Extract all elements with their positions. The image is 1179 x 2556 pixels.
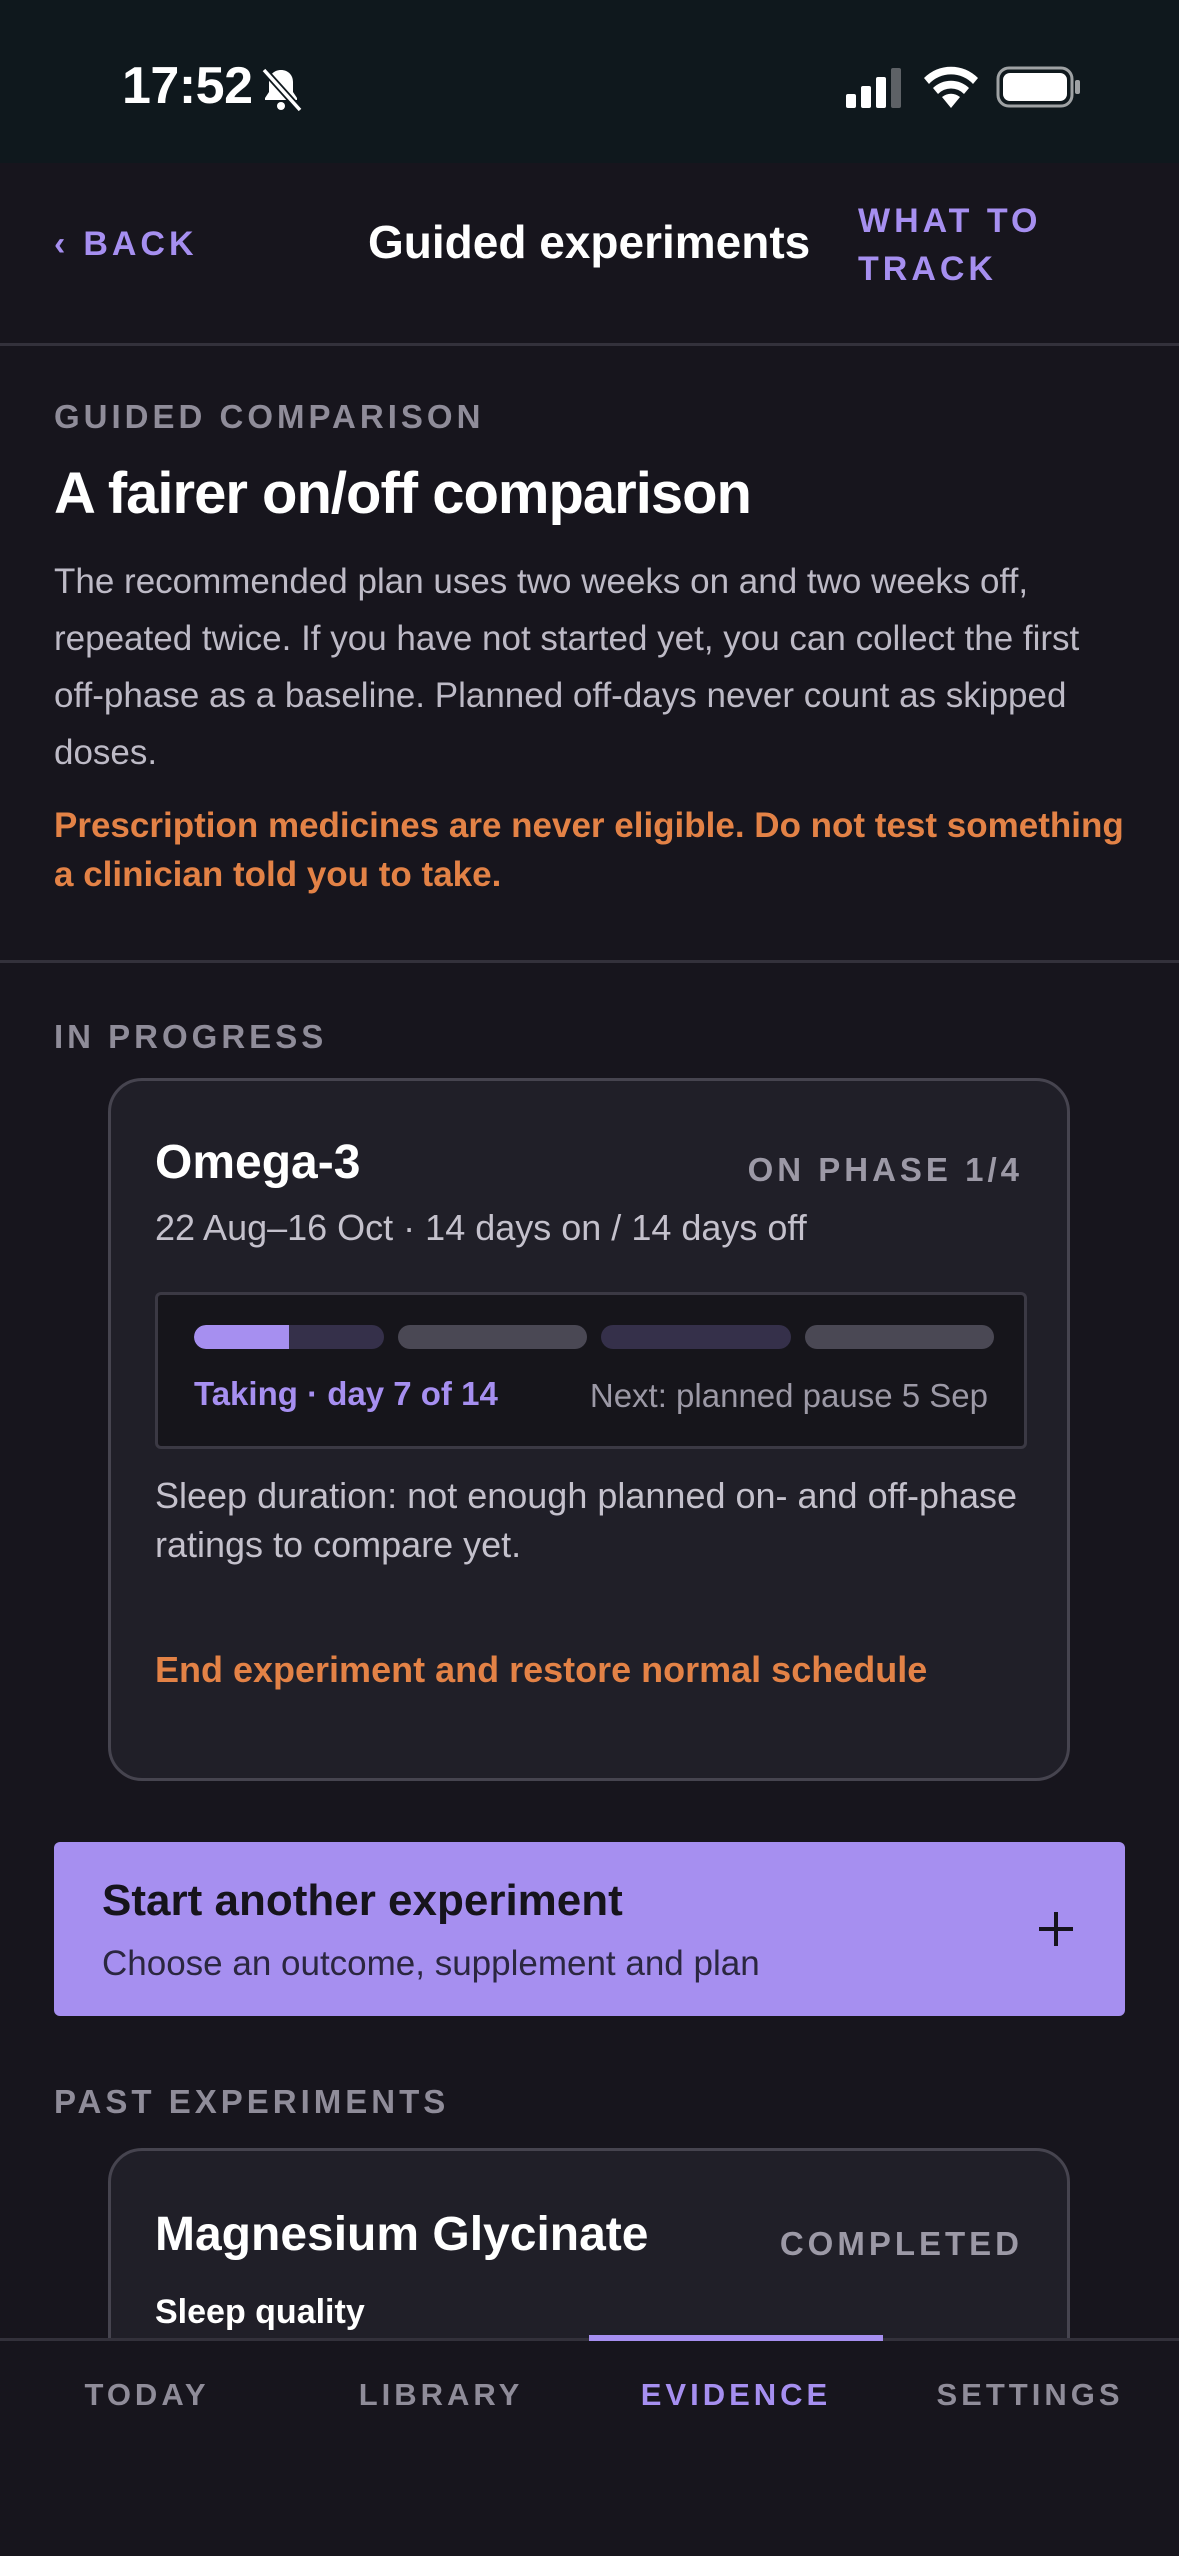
phase-badge: ON PHASE 1/4 bbox=[747, 1151, 1023, 1188]
experiment-card: Omega-3 ON PHASE 1/4 22 Aug–16 Oct · 14 … bbox=[108, 1078, 1070, 1781]
phase-segments bbox=[194, 1325, 994, 1349]
wifi-icon bbox=[924, 66, 978, 108]
signal-icon bbox=[846, 68, 901, 108]
divider bbox=[0, 960, 1179, 963]
tab-settings[interactable]: SETTINGS bbox=[883, 2341, 1177, 2441]
past-experiment-outcome: Sleep quality bbox=[155, 2293, 365, 2331]
status-time: 17:52 bbox=[122, 57, 253, 115]
phase-segment-2 bbox=[397, 1325, 587, 1349]
tab-bar: TODAY LIBRARY EVIDENCE SETTINGS bbox=[0, 2335, 1179, 2556]
next-phase: Next: planned pause 5 Sep bbox=[589, 1377, 988, 1414]
intro-section: GUIDED COMPARISON A fairer on/off compar… bbox=[54, 398, 1134, 899]
intro-body: The recommended plan uses two weeks on a… bbox=[54, 562, 1080, 772]
phase-segment-3 bbox=[601, 1325, 791, 1349]
phase-segment-1 bbox=[194, 1325, 384, 1349]
phase-segment-fill bbox=[194, 1325, 289, 1349]
experiment-name: Omega-3 bbox=[155, 1136, 361, 1189]
tab-today[interactable]: TODAY bbox=[0, 2341, 294, 2441]
comparison-note: Sleep duration: not enough planned on- a… bbox=[155, 1475, 1018, 1565]
nav-header: ‹ BACK Guided experiments WHAT TO TRACK bbox=[0, 163, 1179, 346]
start-experiment-button[interactable]: Start another experiment Choose an outco… bbox=[54, 1842, 1125, 2016]
tab-evidence[interactable]: EVIDENCE bbox=[589, 2335, 883, 2441]
intro-title: A fairer on/off comparison bbox=[54, 461, 752, 526]
past-experiment-status: COMPLETED bbox=[779, 2225, 1023, 2262]
past-experiments-label: PAST EXPERIMENTS bbox=[54, 2083, 450, 2120]
end-experiment-button[interactable]: End experiment and restore normal schedu… bbox=[155, 1649, 927, 1691]
status-bar: 17:52 bbox=[0, 0, 1179, 163]
in-progress-label: IN PROGRESS bbox=[54, 1018, 328, 1055]
back-button[interactable]: ‹ BACK bbox=[54, 225, 198, 264]
taking-status: Taking · day 7 of 14 bbox=[194, 1375, 498, 1412]
back-label: BACK bbox=[83, 225, 198, 263]
start-experiment-subtitle: Choose an outcome, supplement and plan bbox=[102, 1944, 760, 1983]
phase-segment-4 bbox=[804, 1325, 994, 1349]
plus-icon bbox=[1039, 1912, 1073, 1946]
what-to-track-button[interactable]: WHAT TO TRACK bbox=[858, 197, 1078, 293]
battery-icon bbox=[996, 66, 1080, 108]
page-title: Guided experiments bbox=[368, 216, 811, 268]
phase-progress: Taking · day 7 of 14 Next: planned pause… bbox=[155, 1292, 1027, 1449]
start-experiment-title: Start another experiment bbox=[102, 1876, 623, 1925]
experiment-dates: 22 Aug–16 Oct · 14 days on / 14 days off bbox=[155, 1207, 807, 1248]
past-experiment-name: Magnesium Glycinate bbox=[155, 2208, 649, 2261]
bell-slash-icon bbox=[261, 67, 303, 113]
tab-library[interactable]: LIBRARY bbox=[294, 2341, 588, 2441]
prescription-warning: Prescription medicines are never eligibl… bbox=[54, 806, 1124, 894]
chevron-left-icon: ‹ bbox=[54, 225, 70, 263]
intro-eyebrow: GUIDED COMPARISON bbox=[54, 398, 485, 435]
